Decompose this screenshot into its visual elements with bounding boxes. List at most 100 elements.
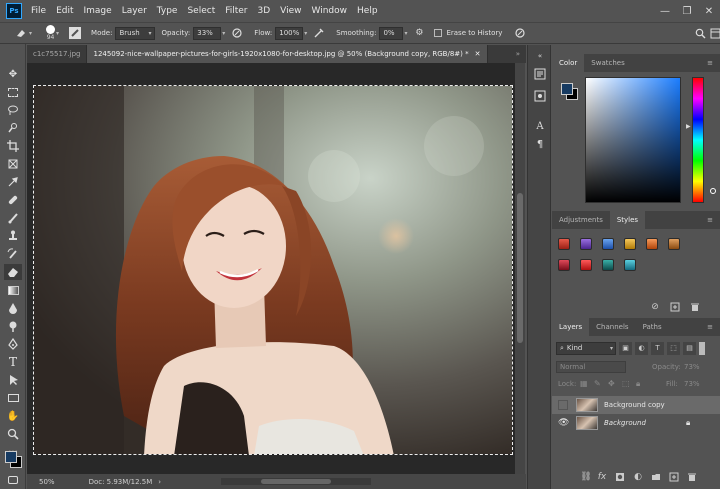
lock-all-icon[interactable]: 🔒︎ <box>636 379 640 389</box>
frame-tool-icon[interactable] <box>4 156 22 172</box>
hue-slider-handle[interactable]: ▶ <box>686 123 691 130</box>
foreground-color-swatch[interactable] <box>5 451 17 463</box>
chevron-right-icon[interactable]: › <box>158 478 161 486</box>
smoothing-field[interactable]: 0% <box>379 26 404 40</box>
panel-menu-icon[interactable]: ≡ <box>700 54 720 72</box>
menu-3d[interactable]: 3D <box>258 6 271 16</box>
scrollbar-thumb[interactable] <box>261 479 332 484</box>
properties-panel-icon[interactable] <box>533 89 547 103</box>
zoom-level[interactable]: 50% <box>39 478 55 486</box>
lasso-tool-icon[interactable] <box>4 102 22 118</box>
new-layer-icon[interactable] <box>668 471 680 483</box>
chevron-down-icon[interactable]: ▾ <box>404 30 407 37</box>
tab-paths[interactable]: Paths <box>636 318 669 336</box>
lock-transparent-icon[interactable]: ▦ <box>580 379 588 388</box>
zoom-tool-icon[interactable] <box>4 426 22 442</box>
tab-color[interactable]: Color <box>552 54 585 72</box>
style-swatch[interactable] <box>624 259 636 271</box>
menu-select[interactable]: Select <box>187 6 215 16</box>
style-swatch[interactable] <box>558 259 570 271</box>
trash-icon[interactable] <box>686 471 698 483</box>
move-tool-icon[interactable]: ✥ <box>4 66 22 82</box>
tab-layers[interactable]: Layers <box>552 318 590 336</box>
pixel-layer-filter-icon[interactable]: ▣ <box>619 341 632 355</box>
layer-row-background[interactable]: 👁︎ Background 🔒︎ <box>552 414 720 432</box>
paragraph-panel-icon[interactable]: ¶ <box>533 137 547 151</box>
gear-icon[interactable]: ⚙ <box>412 26 426 40</box>
menu-edit[interactable]: Edit <box>56 6 73 16</box>
horizontal-scrollbar[interactable] <box>221 478 372 485</box>
crop-tool-icon[interactable] <box>4 138 22 154</box>
eraser-tool-icon[interactable] <box>4 264 22 280</box>
clone-stamp-tool-icon[interactable] <box>4 228 22 244</box>
adjustment-layer-filter-icon[interactable]: ◐ <box>635 341 648 355</box>
pressure-size-icon[interactable] <box>513 26 527 40</box>
restore-button[interactable]: ❐ <box>676 0 698 22</box>
new-group-icon[interactable] <box>650 471 662 483</box>
dodge-tool-icon[interactable] <box>4 318 22 334</box>
clear-style-icon[interactable]: ⊘ <box>649 301 661 313</box>
rectangle-tool-icon[interactable] <box>4 390 22 406</box>
marquee-tool-icon[interactable] <box>4 84 22 100</box>
hand-tool-icon[interactable]: ✋ <box>4 408 22 424</box>
menu-type[interactable]: Type <box>157 6 178 16</box>
hue-slider[interactable] <box>692 77 704 203</box>
shape-layer-filter-icon[interactable]: ⬚ <box>667 341 680 355</box>
blur-tool-icon[interactable] <box>4 300 22 316</box>
lock-image-icon[interactable]: ✎ <box>594 379 601 388</box>
canvas-area[interactable] <box>27 63 515 474</box>
menu-filter[interactable]: Filter <box>225 6 247 16</box>
chevron-down-icon[interactable]: ▾ <box>56 30 59 37</box>
style-swatch[interactable] <box>646 238 658 250</box>
layer-kind-filter[interactable]: ⌕ Kind ▾ <box>556 341 616 355</box>
menu-layer[interactable]: Layer <box>122 6 147 16</box>
eyedropper-tool-icon[interactable] <box>4 174 22 190</box>
color-picker-field[interactable] <box>585 77 716 203</box>
style-swatch[interactable] <box>624 238 636 250</box>
blend-mode-select[interactable]: Normal <box>556 361 626 373</box>
tab-styles[interactable]: Styles <box>609 211 646 229</box>
menu-view[interactable]: View <box>280 6 301 16</box>
style-swatch[interactable] <box>558 238 570 250</box>
style-swatch[interactable] <box>602 238 614 250</box>
tab-swatches[interactable]: Swatches <box>584 54 631 72</box>
eraser-tool-preset-icon[interactable] <box>14 26 28 40</box>
history-brush-tool-icon[interactable] <box>4 246 22 262</box>
pen-tool-icon[interactable] <box>4 336 22 352</box>
visibility-toggle[interactable] <box>558 400 568 410</box>
chevron-down-icon[interactable]: ▾ <box>222 30 225 37</box>
document-image[interactable] <box>33 85 513 455</box>
menu-help[interactable]: Help <box>357 6 378 16</box>
tab-document-2[interactable]: 1245092-nice-wallpaper-pictures-for-girl… <box>87 45 488 63</box>
scrollbar-thumb[interactable] <box>517 193 523 343</box>
brush-preview[interactable]: 94 <box>46 25 56 41</box>
style-swatch[interactable] <box>580 259 592 271</box>
flow-field[interactable]: 100% <box>275 26 304 40</box>
search-icon[interactable] <box>693 26 707 40</box>
layer-row-background-copy[interactable]: Background copy <box>552 396 720 414</box>
character-panel-icon[interactable]: A <box>533 119 547 133</box>
add-mask-icon[interactable] <box>614 471 626 483</box>
lock-position-icon[interactable]: ✥ <box>608 379 615 388</box>
quick-selection-tool-icon[interactable] <box>4 120 22 136</box>
brush-settings-icon[interactable] <box>69 27 82 39</box>
chevron-down-icon[interactable]: ▾ <box>29 30 32 37</box>
gradient-tool-icon[interactable] <box>4 282 22 298</box>
menu-image[interactable]: Image <box>84 6 112 16</box>
layer-style-icon[interactable]: fx <box>596 471 608 483</box>
close-button[interactable]: ✕ <box>698 0 720 22</box>
link-layers-icon[interactable]: ⛓ <box>580 471 592 483</box>
opacity-field[interactable]: 33% <box>193 26 222 40</box>
quick-mask-icon[interactable] <box>4 472 22 488</box>
color-picker-cursor[interactable] <box>710 188 716 194</box>
history-panel-icon[interactable] <box>533 67 547 81</box>
adjustment-layer-icon[interactable]: ◐ <box>632 471 644 483</box>
double-chevron-left-icon[interactable]: « <box>533 49 547 63</box>
layer-opacity-value[interactable]: 73% <box>684 363 700 371</box>
type-layer-filter-icon[interactable]: T <box>651 341 664 355</box>
smart-object-filter-icon[interactable]: ▤ <box>683 341 696 355</box>
lock-artboard-icon[interactable]: ⬚ <box>622 379 630 388</box>
minimize-button[interactable]: — <box>654 0 676 22</box>
style-swatch[interactable] <box>580 238 592 250</box>
brush-tool-icon[interactable] <box>4 210 22 226</box>
